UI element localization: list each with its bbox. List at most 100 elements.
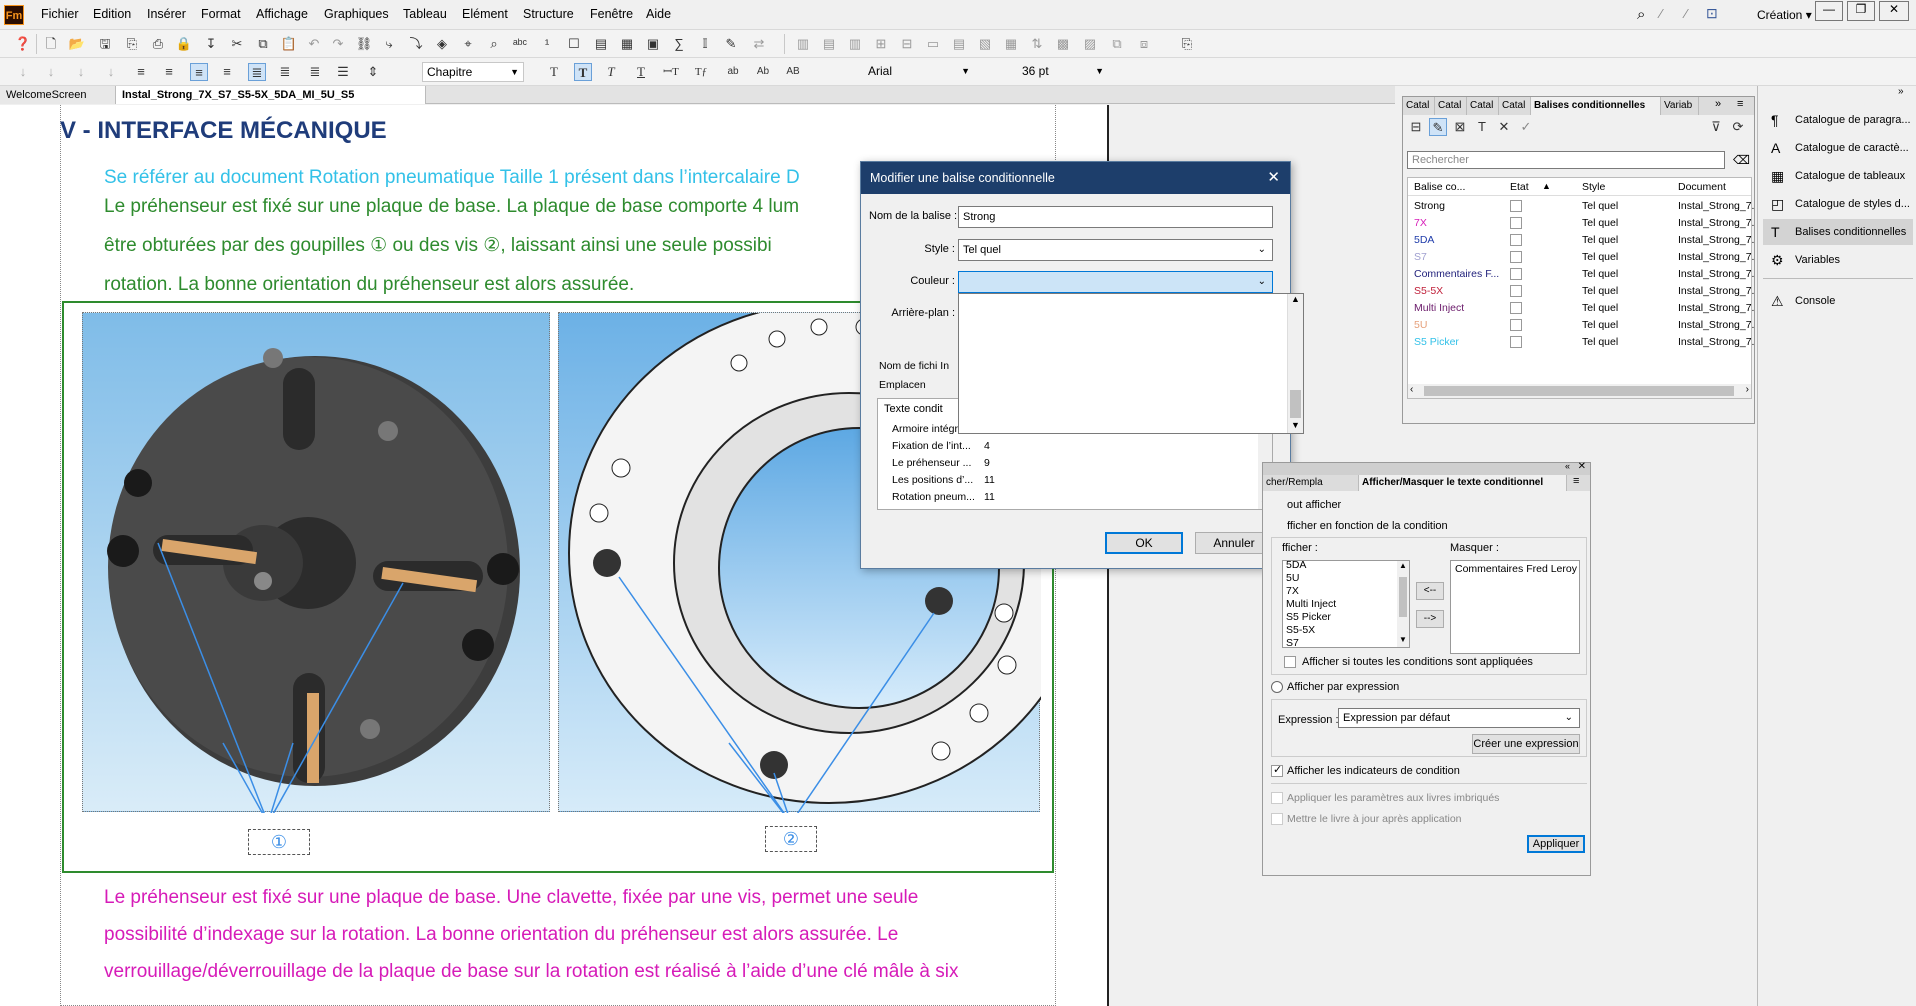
check-tag-icon[interactable]: ✓ (1517, 118, 1535, 136)
show-all-option[interactable]: out afficher (1287, 499, 1341, 511)
tab-document[interactable]: Instal_Strong_7X_S7_S5-5X_5DA_MI_5U_S5 P… (116, 86, 426, 119)
tab-catalog-2[interactable]: Catal (1435, 97, 1467, 115)
line-spacing-icon[interactable]: ≣ (248, 63, 266, 81)
equation-icon[interactable]: ∑ (670, 35, 688, 53)
scroll-thumb[interactable] (1399, 577, 1407, 617)
text-bold-icon[interactable]: T (574, 63, 592, 81)
panel-menu-icon[interactable]: ≡ (1573, 475, 1579, 487)
align-center-icon[interactable]: ≡ (218, 63, 236, 81)
table-resize-icon[interactable]: ▦ (1002, 35, 1020, 53)
move-to-show-button[interactable]: <-- (1416, 582, 1444, 600)
frame-icon[interactable]: ⊡ (1706, 5, 1718, 22)
menu-fenetre[interactable]: Fenêtre (590, 7, 633, 21)
hide-list-item[interactable]: Commentaires Fred Leroy (1455, 563, 1577, 575)
style-select[interactable]: Tel quel ⌄ (958, 239, 1273, 261)
list-item[interactable]: Le préhenseur ... 9 (892, 457, 990, 469)
tab-variables[interactable]: Variab (1661, 97, 1699, 115)
state-checkbox[interactable] (1510, 336, 1522, 348)
edit-tag-icon[interactable]: ✎ (1429, 118, 1447, 136)
table-icon[interactable]: ▦ (618, 35, 636, 53)
tab-show-hide[interactable]: Afficher/Masquer le texte conditionnel (1359, 475, 1567, 491)
copy-icon[interactable]: ⧉ (254, 35, 272, 53)
col-tag-name[interactable]: Balise co... (1414, 181, 1465, 193)
cut-icon[interactable]: ✂ (228, 35, 246, 53)
remove-tag-icon[interactable]: ✕ (1495, 118, 1513, 136)
print-icon[interactable]: ⎙ (149, 35, 167, 53)
scroll-down-icon[interactable]: ▼ (1399, 635, 1407, 644)
menu-fichier[interactable]: Fichier (41, 7, 79, 21)
all-conditions-checkbox[interactable] (1284, 656, 1296, 668)
arrow-switch-icon[interactable]: ⇄ (750, 35, 768, 53)
create-expression-button[interactable]: Créer une expression (1472, 734, 1580, 754)
tab-catalog-4[interactable]: Catal (1499, 97, 1531, 115)
menu-tableau[interactable]: Tableau (403, 7, 447, 21)
paste-icon[interactable]: 📋 (280, 35, 298, 53)
close-panel-icon[interactable]: ✕ (1578, 461, 1586, 472)
export-icon[interactable]: ⎘ (1178, 35, 1196, 53)
menu-format[interactable]: Format (201, 7, 241, 21)
tag-search-input[interactable]: Rechercher (1407, 151, 1725, 169)
show-list-item[interactable]: S5-5X (1286, 624, 1315, 637)
pen-icon[interactable]: ∕ (1685, 6, 1687, 21)
save-all-icon[interactable]: ⎘ (123, 35, 141, 53)
search-icon[interactable]: ⌕ (1637, 6, 1645, 23)
table-insert-icon[interactable]: ▥ (794, 35, 812, 53)
list-item[interactable]: Les positions d’... 11 (892, 474, 995, 486)
refresh-icon[interactable]: ⟳ (1729, 118, 1747, 136)
line-spacing2-icon[interactable]: ≣ (276, 63, 294, 81)
show-list-item[interactable]: 5U (1286, 572, 1299, 585)
new-tag-icon[interactable]: ⊟ (1407, 118, 1425, 136)
text-strike-icon[interactable]: ꟷT (662, 63, 680, 81)
menu-structure[interactable]: Structure (523, 7, 574, 21)
col-style[interactable]: Style (1582, 181, 1605, 193)
table-col-icon[interactable]: ▥ (846, 35, 864, 53)
spell-check-icon[interactable]: ᵃᵇᶜ (511, 35, 529, 53)
state-checkbox[interactable] (1510, 285, 1522, 297)
clear-search-icon[interactable]: ⌫ (1733, 153, 1750, 167)
eyedropper-icon[interactable]: ⁄ (1660, 6, 1662, 21)
list-item[interactable]: Fixation de l’int... 4 (892, 440, 990, 452)
state-checkbox[interactable] (1510, 302, 1522, 314)
restore-button[interactable]: ❐ (1847, 1, 1875, 21)
indent-down3-icon[interactable]: ↓ (72, 63, 90, 81)
indent-down-icon[interactable]: ↓ (14, 63, 32, 81)
show-indicators-checkbox[interactable]: ✓ (1271, 764, 1283, 777)
track-changes-icon[interactable]: ✎ (722, 35, 740, 53)
color-dropdown-list[interactable]: ▲ ▼ (958, 293, 1304, 434)
show-list-scrollbar[interactable]: ▲ ▼ (1397, 561, 1409, 647)
indent-down4-icon[interactable]: ↓ (102, 63, 120, 81)
table-row[interactable]: 7X Tel quel Instal_Strong_7. (1408, 215, 1754, 232)
close-button[interactable]: ✕ (1879, 1, 1909, 21)
state-checkbox[interactable] (1510, 319, 1522, 331)
table-shade-icon[interactable]: ▨ (1081, 35, 1099, 53)
scroll-left-icon[interactable]: ‹ (1410, 384, 1413, 395)
tag-name-input[interactable]: Strong (958, 206, 1273, 228)
show-list-item[interactable]: S5 Picker (1286, 611, 1331, 624)
font-size-select[interactable]: 36 pt ▼ (1014, 62, 1108, 82)
collapse-icon[interactable]: « (1565, 461, 1570, 471)
char-icon[interactable]: 𝕀 (696, 35, 714, 53)
table-row[interactable]: S7 Tel quel Instal_Strong_7. (1408, 249, 1754, 266)
line-spacing3-icon[interactable]: ≣ (306, 63, 324, 81)
table-merge-icon[interactable]: ⊞ (872, 35, 890, 53)
tab-find-replace[interactable]: cher/Rempla (1263, 475, 1359, 491)
footnote-icon[interactable]: ¹ (538, 35, 556, 53)
more-tabs-icon[interactable]: » (1715, 98, 1721, 110)
show-by-condition-option[interactable]: fficher en fonction de la condition (1287, 520, 1448, 532)
table-row[interactable]: S5-5X Tel quel Instal_Strong_7. (1408, 283, 1754, 300)
table-split-icon[interactable]: ⊟ (898, 35, 916, 53)
table-row[interactable]: S5 Picker Tel quel Instal_Strong_7. (1408, 334, 1754, 351)
state-checkbox[interactable] (1510, 234, 1522, 246)
align-right-icon[interactable]: ≡ (160, 63, 178, 81)
dropdown-scrollbar[interactable]: ▲ ▼ (1287, 294, 1303, 433)
expand-dock-icon[interactable]: » (1898, 86, 1904, 97)
state-checkbox[interactable] (1510, 200, 1522, 212)
cross-ref-icon[interactable]: ⤷ (380, 35, 398, 53)
new-document-icon[interactable]: 🗋 (42, 35, 60, 53)
filter-icon[interactable]: ⊽ (1707, 118, 1725, 136)
align-justify-icon[interactable]: ≡ (190, 63, 208, 81)
menu-inserer[interactable]: Insérer (147, 7, 186, 21)
color-select[interactable]: ⌄ (958, 271, 1273, 293)
table-delete-icon[interactable]: ▧ (976, 35, 994, 53)
text-tag-icon[interactable]: T (1473, 118, 1491, 136)
